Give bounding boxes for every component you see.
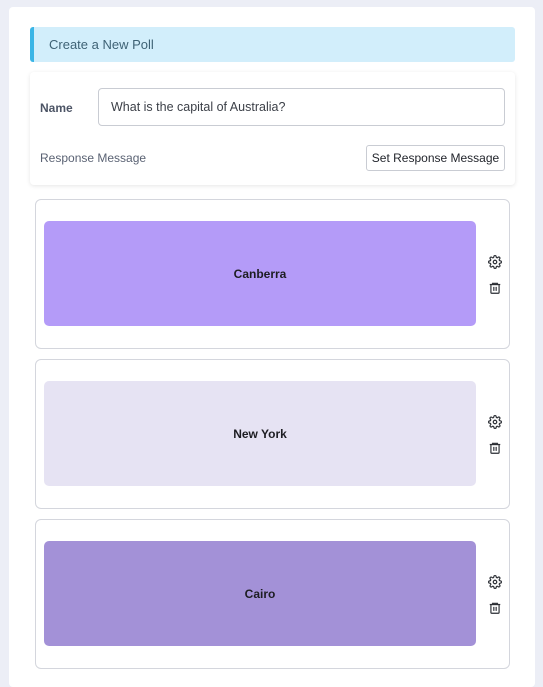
set-response-message-button[interactable]: Set Response Message xyxy=(366,145,505,171)
name-label: Name xyxy=(40,101,73,115)
poll-settings-form: Name Response Message Set Response Messa… xyxy=(30,72,515,185)
gear-icon[interactable] xyxy=(487,414,503,430)
gear-icon[interactable] xyxy=(487,574,503,590)
poll-editor-panel: Create a New Poll Name Response Message … xyxy=(9,7,535,687)
poll-name-input[interactable] xyxy=(98,88,505,126)
option-card-2: New York xyxy=(35,359,510,509)
option-card-3: Cairo xyxy=(35,519,510,669)
option-tile[interactable]: Canberra xyxy=(44,221,476,326)
trash-icon[interactable] xyxy=(487,440,503,456)
option-tile[interactable]: Cairo xyxy=(44,541,476,646)
response-message-label: Response Message xyxy=(40,151,147,165)
gear-icon[interactable] xyxy=(487,254,503,270)
trash-icon[interactable] xyxy=(487,280,503,296)
trash-icon[interactable] xyxy=(487,600,503,616)
option-card-1: Canberra xyxy=(35,199,510,349)
page-title-banner: Create a New Poll xyxy=(30,27,515,62)
option-tile[interactable]: New York xyxy=(44,381,476,486)
